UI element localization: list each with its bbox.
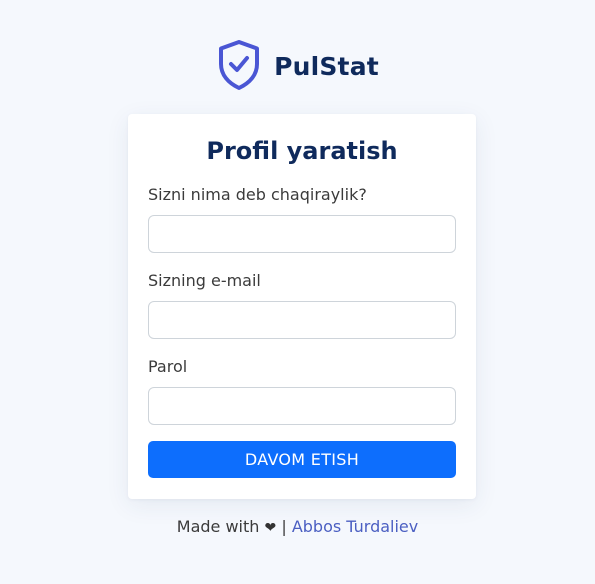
made-with-text: Made with xyxy=(176,517,260,536)
password-input[interactable] xyxy=(148,387,456,425)
continue-button[interactable]: DAVOM ETISH xyxy=(148,441,456,478)
author-link[interactable]: Abbos Turdaliev xyxy=(292,517,418,536)
brand-header: PulStat xyxy=(0,39,595,91)
name-input[interactable] xyxy=(148,215,456,253)
footer: Made with ❤ | Abbos Turdaliev xyxy=(0,517,595,538)
password-field-label: Parol xyxy=(148,357,188,376)
shield-check-icon xyxy=(219,40,260,90)
name-field-label: Sizni nima deb chaqiraylik? xyxy=(148,185,367,204)
form-title: Profil yaratish xyxy=(206,137,398,165)
heart-icon: ❤ xyxy=(264,520,277,536)
signup-card: Profil yaratish Sizni nima deb chaqirayl… xyxy=(128,114,476,499)
footer-separator: | xyxy=(281,517,287,536)
email-input[interactable] xyxy=(148,301,456,339)
email-field-label: Sizning e-mail xyxy=(148,271,261,290)
brand-name: PulStat xyxy=(274,51,379,81)
